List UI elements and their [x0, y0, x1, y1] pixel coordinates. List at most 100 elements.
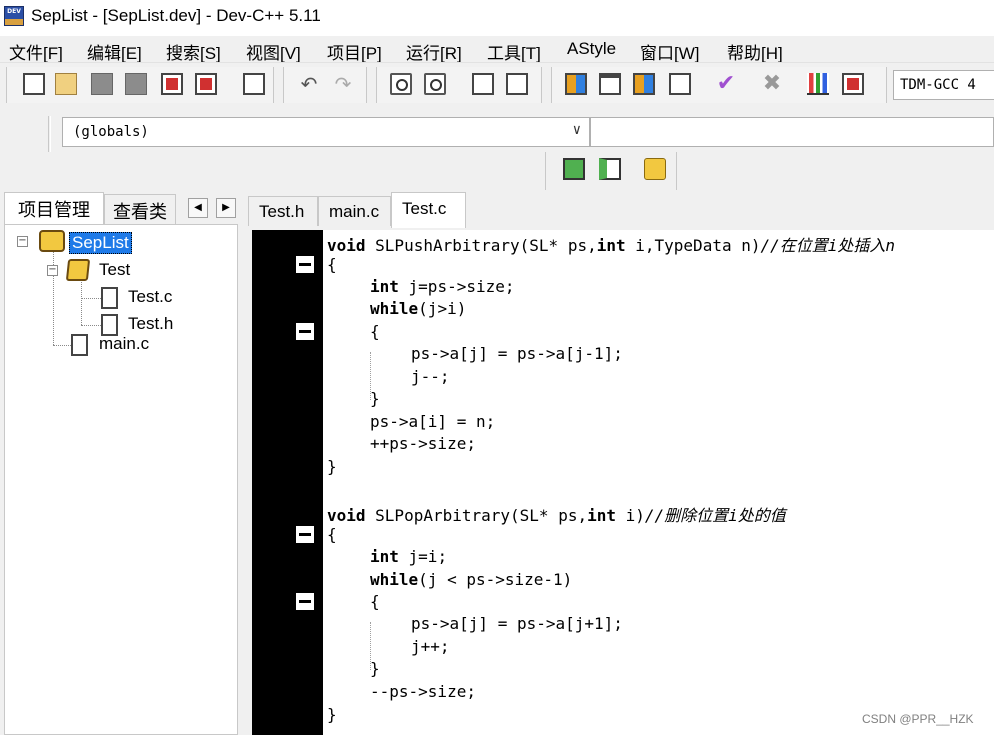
menu-project[interactable]: 项目[P] [327, 39, 382, 64]
code-line: while(j < ps->size-1) [370, 570, 573, 589]
code-line: } [370, 389, 380, 408]
indent-icon[interactable] [472, 73, 494, 95]
tree-item-file[interactable]: main.c [99, 334, 149, 354]
code-line: { [327, 525, 337, 544]
code-line: { [370, 322, 380, 341]
toolbar-group-project [545, 152, 677, 190]
toolbar-group-search [376, 67, 542, 103]
menu-file[interactable]: 文件[F] [9, 39, 63, 64]
add-to-project-icon[interactable] [563, 158, 585, 180]
menu-tools[interactable]: 工具[T] [487, 39, 541, 64]
menu-run[interactable]: 运行[R] [406, 39, 462, 64]
close-icon[interactable] [161, 73, 183, 95]
window-icon[interactable] [599, 73, 621, 95]
check-syntax-icon[interactable]: ✔ [715, 73, 737, 95]
app-icon-text: DEV [7, 8, 21, 15]
tab-class-browser[interactable]: 查看类 [104, 194, 176, 224]
code-line: } [327, 457, 337, 476]
function-select[interactable] [590, 117, 994, 147]
code-line: { [370, 592, 380, 611]
menu-search[interactable]: 搜索[S] [166, 39, 221, 64]
remove-from-project-icon[interactable] [599, 158, 621, 180]
main-toolbar: ↶ ↷ ✔ ✖ TDM-GCC 4 [0, 62, 994, 108]
menu-bar: 文件[F] 编辑[E] 搜索[S] 视图[V] 项目[P] 运行[R] 工具[T… [0, 36, 994, 64]
code-line: ++ps->size; [370, 434, 476, 453]
toolbar-grip[interactable] [48, 116, 51, 154]
code-line: { [327, 255, 337, 274]
menu-edit[interactable]: 编辑[E] [87, 39, 142, 64]
save-all-icon[interactable] [125, 73, 147, 95]
code-line: ps->a[i] = n; [370, 412, 496, 431]
tab-project-manager[interactable]: 项目管理 [4, 192, 104, 224]
fold-collapse-icon[interactable] [296, 323, 314, 340]
tree-guide [53, 345, 71, 346]
project-toolbar [0, 152, 994, 192]
fold-collapse-icon[interactable] [296, 526, 314, 543]
find-icon[interactable] [390, 73, 412, 95]
grid-icon[interactable] [669, 73, 691, 95]
code-line: ps->a[j] = ps->a[j+1]; [411, 614, 623, 633]
unindent-icon[interactable] [506, 73, 528, 95]
compiler-select[interactable]: TDM-GCC 4 [893, 70, 994, 100]
toolbar-group-compile: ✔ ✖ [551, 67, 887, 103]
menu-help[interactable]: 帮助[H] [727, 39, 783, 64]
redo-icon[interactable]: ↷ [332, 73, 354, 95]
code-line: void SLPushArbitrary(SL* ps,int i,TypeDa… [327, 236, 896, 255]
c-file-icon [101, 287, 118, 309]
tree-guide [81, 298, 101, 299]
project-options-icon[interactable] [644, 158, 666, 180]
scope-select[interactable]: (globals) ∨ [62, 117, 590, 147]
save-icon[interactable] [91, 73, 113, 95]
tree-item-file[interactable]: Test.c [128, 287, 172, 307]
tree-guide [81, 277, 82, 325]
code-line: j++; [411, 637, 450, 656]
print-icon[interactable] [243, 73, 265, 95]
chevron-down-icon[interactable]: ∨ [573, 122, 581, 138]
project-panel: 项目管理 查看类 ◀ ▶ − SepList − Test Test.c Tes… [0, 192, 244, 735]
fold-collapse-icon[interactable] [296, 256, 314, 273]
scroll-left-icon[interactable]: ◀ [188, 198, 208, 218]
toolbar-group-file [6, 67, 274, 103]
undo-icon[interactable]: ↶ [298, 73, 320, 95]
replace-icon[interactable] [424, 73, 446, 95]
tab-test-c[interactable]: Test.c [391, 192, 466, 228]
tree-collapse-icon[interactable]: − [17, 236, 28, 247]
code-line: } [327, 705, 337, 724]
close-all-icon[interactable] [195, 73, 217, 95]
code-line: j--; [411, 367, 450, 386]
tree-guide [81, 325, 101, 326]
project-tree: − SepList − Test Test.c Test.h main.c [4, 224, 238, 735]
folder-icon [65, 259, 91, 281]
code-line: while(j>i) [370, 299, 467, 318]
dev-cpp-app-icon[interactable]: DEV [4, 6, 24, 26]
watermark: CSDN @PPR__HZK [862, 712, 974, 726]
tree-item-file[interactable]: Test.h [128, 314, 173, 334]
tab-main-c[interactable]: main.c [318, 196, 391, 226]
chart-icon[interactable] [807, 73, 829, 95]
menu-window[interactable]: 窗口[W] [640, 39, 700, 64]
code-line: --ps->size; [370, 682, 476, 701]
window-title: SepList - [SepList.dev] - Dev-C++ 5.11 [31, 6, 321, 25]
title-bar: DEV SepList - [SepList.dev] - Dev-C++ 5.… [0, 0, 994, 36]
stop-icon[interactable]: ✖ [761, 73, 783, 95]
open-file-icon[interactable] [55, 73, 77, 95]
code-line: } [370, 659, 380, 678]
tab-test-h[interactable]: Test.h [248, 196, 318, 226]
tile-icon[interactable] [565, 73, 587, 95]
editor-gutter [252, 230, 323, 735]
layout-icon[interactable] [633, 73, 655, 95]
fold-collapse-icon[interactable] [296, 593, 314, 610]
new-file-icon[interactable] [23, 73, 45, 95]
code-line: ps->a[j] = ps->a[j-1]; [411, 344, 623, 363]
menu-view[interactable]: 视图[V] [246, 39, 301, 64]
tree-item-folder[interactable]: Test [99, 260, 130, 280]
tree-collapse-icon[interactable]: − [47, 265, 58, 276]
profile-delete-icon[interactable] [842, 73, 864, 95]
scope-value: (globals) [73, 124, 149, 140]
c-file-icon [71, 334, 88, 356]
code-line: int j=ps->size; [370, 277, 515, 296]
tree-item-project[interactable]: SepList [69, 232, 132, 254]
code-line: int j=i; [370, 547, 448, 566]
scroll-right-icon[interactable]: ▶ [216, 198, 236, 218]
menu-astyle[interactable]: AStyle [567, 39, 616, 59]
